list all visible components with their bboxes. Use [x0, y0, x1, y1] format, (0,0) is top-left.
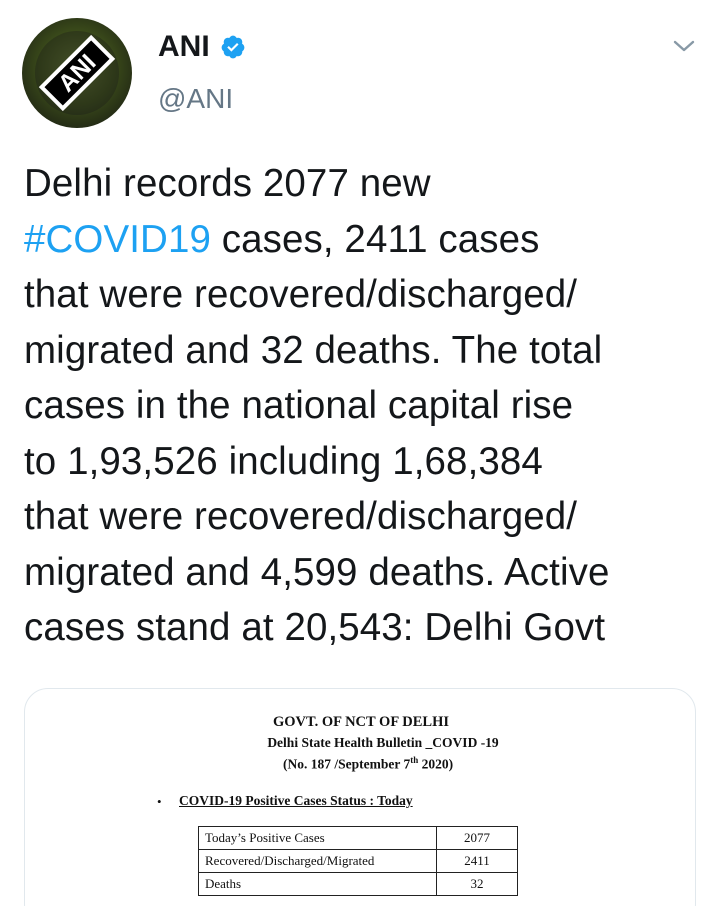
- bulletin-number-suffix: 2020): [418, 756, 454, 772]
- hashtag-link[interactable]: #COVID19: [24, 218, 211, 261]
- tweet-text-segment: cases, 2411 cases: [210, 217, 540, 261]
- tweet-text-line: migrated and 4,599 deaths. Active: [24, 545, 704, 601]
- display-name[interactable]: ANI: [158, 30, 210, 64]
- bulletin-subtitle: Delhi State Health Bulletin _COVID -19: [267, 735, 499, 750]
- tweet-text-line: migrated and 32 deaths. The total: [24, 323, 704, 379]
- table-cell-label: Deaths: [198, 872, 437, 896]
- bulletin-title: GOVT. OF NCT OF DELHI: [272, 714, 450, 730]
- verified-badge-icon: [221, 35, 245, 59]
- bulletin-number-prefix: (No. 187 /September 7: [283, 756, 411, 772]
- tweet-text-segment: migrated and 32 deaths. The total: [24, 328, 603, 372]
- table-cell-value: 2077: [436, 826, 518, 850]
- tweet-text-line: that were recovered/discharged/: [24, 489, 704, 545]
- chevron-down-icon[interactable]: [670, 36, 698, 56]
- tweet-text-segment: cases in the national capital rise: [24, 384, 574, 427]
- tweet-text-line: cases in the national capital rise: [24, 378, 704, 434]
- user-handle[interactable]: @ANI: [158, 83, 233, 115]
- table-cell-value: 2411: [436, 849, 518, 873]
- tweet-text-segment: that were recovered/discharged/: [24, 495, 578, 538]
- bulletin-number: (No. 187 /September 7th 2020): [283, 755, 453, 773]
- tweet-text-line: Delhi records 2077 new: [24, 156, 704, 212]
- tweet-text-line: #COVID19 cases, 2411 cases: [24, 212, 704, 268]
- tweet-text-segment: that were recovered/discharged/: [24, 273, 578, 316]
- tweet-text-line: to 1,93,526 including 1,68,384: [24, 434, 704, 490]
- author-name-block[interactable]: ANI: [158, 30, 246, 64]
- table-row: Deaths 32: [198, 872, 518, 896]
- cases-status-table: Today’s Positive Cases 2077 Recovered/Di…: [198, 826, 518, 896]
- section-heading: COVID-19 Positive Cases Status : Today: [179, 793, 413, 808]
- tweet-text-segment: cases stand at 20,543: Delhi Govt: [24, 606, 606, 649]
- tweet-text-line: that were recovered/discharged/: [24, 267, 704, 323]
- bullet-point: •: [157, 794, 162, 809]
- table-row: Today’s Positive Cases 2077: [198, 826, 518, 850]
- tweet-media-image[interactable]: GOVT. OF NCT OF DELHI Delhi State Health…: [24, 688, 696, 906]
- tweet-text-segment: migrated and 4,599 deaths. Active: [24, 550, 610, 594]
- tweet-text: Delhi records 2077 new #COVID19 cases, 2…: [24, 156, 704, 656]
- tweet-header: ANI ANI @ANI: [0, 0, 720, 140]
- table-cell-label: Recovered/Discharged/Migrated: [198, 849, 437, 873]
- ani-logo: ANI: [35, 31, 119, 115]
- tweet-text-segment: Delhi records 2077 new: [24, 162, 431, 205]
- avatar[interactable]: ANI: [22, 18, 132, 128]
- table-cell-label: Today’s Positive Cases: [198, 826, 437, 850]
- health-bulletin-document: GOVT. OF NCT OF DELHI Delhi State Health…: [25, 689, 695, 906]
- tweet-text-line: cases stand at 20,543: Delhi Govt: [24, 600, 704, 656]
- table-cell-value: 32: [436, 872, 518, 896]
- table-row: Recovered/Discharged/Migrated 2411: [198, 849, 518, 873]
- tweet-text-segment: to 1,93,526 including 1,68,384: [24, 439, 543, 483]
